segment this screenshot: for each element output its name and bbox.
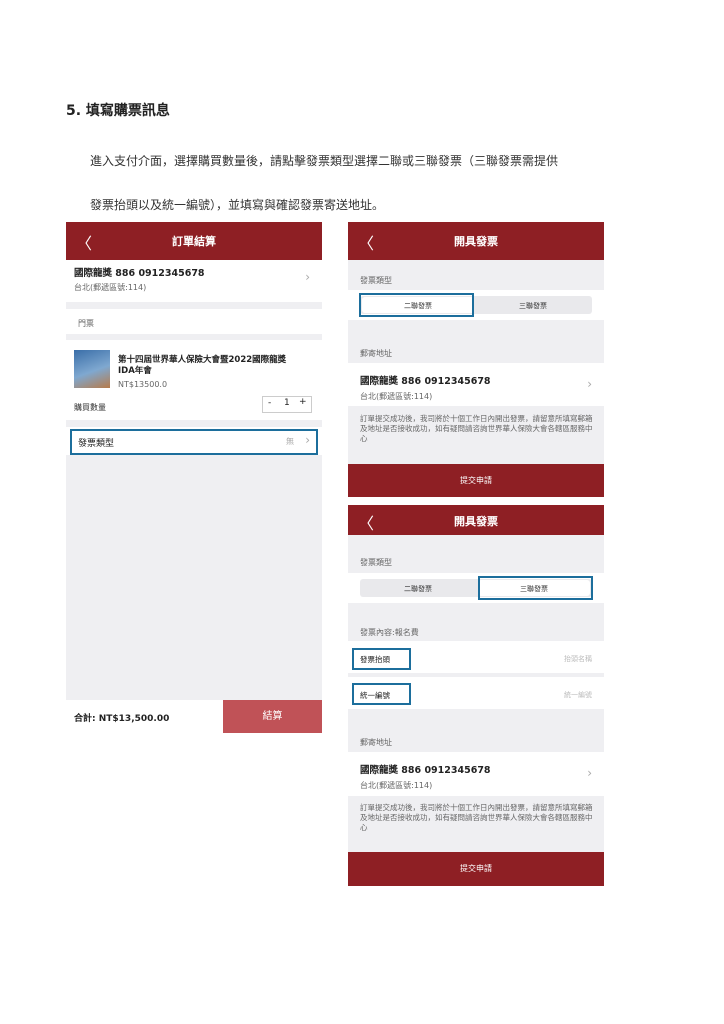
invoice1-recipient-name: 國際龍獎 886 0912345678 bbox=[360, 376, 491, 387]
checkout-footer: 合計: NT$13,500.00 結算 bbox=[66, 700, 322, 733]
invoice2-recipient-address: 台北(郵遞區號:114) bbox=[360, 781, 433, 790]
invoice1-title: 開具發票 bbox=[454, 235, 498, 248]
invoice1-submit-button[interactable]: 提交申請 bbox=[348, 464, 604, 497]
invoice-type-highlight bbox=[70, 429, 318, 455]
invoice2-type-label: 發票類型 bbox=[360, 558, 392, 567]
invoice1-address-row[interactable]: 國際龍獎 886 0912345678 台北(郵遞區號:114) › bbox=[348, 363, 604, 406]
invoice1-option-three-part[interactable]: 三聯發票 bbox=[476, 301, 590, 311]
invoice2-tax-id-highlight bbox=[352, 683, 411, 705]
invoice2-title-field-placeholder[interactable]: 抬頭名稱 bbox=[564, 654, 592, 664]
address-row[interactable]: 國際龍獎 886 0912345678 台北(郵遞區號:114) › bbox=[66, 260, 322, 302]
checkout-screen: 〈 訂單結算 國際龍獎 886 0912345678 台北(郵遞區號:114) … bbox=[66, 222, 322, 733]
quantity-plus-button[interactable]: + bbox=[299, 397, 307, 407]
invoice2-note: 訂單提交成功後，我司將於十個工作日內開出發票，請留意所填寫郵箱及地址是否接收成功… bbox=[360, 803, 593, 832]
chevron-right-icon: › bbox=[305, 270, 310, 284]
instruction-line-2: 發票抬頭以及統一編號），並填寫與確認發票寄送地址。 bbox=[90, 198, 385, 212]
chevron-right-icon: › bbox=[587, 377, 592, 391]
total-amount: 合計: NT$13,500.00 bbox=[74, 714, 170, 724]
quantity-minus-button[interactable]: - bbox=[268, 398, 271, 408]
recipient-address: 台北(郵遞區號:114) bbox=[74, 283, 147, 292]
invoice1-type-label: 發票類型 bbox=[360, 276, 392, 285]
invoice-screen-two-part: 〈 開具發票 發票類型 二聯發票 三聯發票 郵寄地址 國際龍獎 886 0912… bbox=[348, 222, 604, 497]
invoice2-mail-label: 郵寄地址 bbox=[360, 738, 392, 747]
invoice2-submit-button[interactable]: 提交申請 bbox=[348, 852, 604, 886]
product-title-line2: IDA年會 bbox=[118, 366, 152, 376]
invoice-screen-three-part: 〈 開具發票 發票類型 二聯發票 三聯發票 發票內容:報名費 發票抬頭 抬頭名稱… bbox=[348, 505, 604, 886]
checkout-header: 〈 訂單結算 bbox=[66, 222, 322, 260]
invoice1-note: 訂單提交成功後，我司將於十個工作日內開出發票，請留意所填寫郵箱及地址是否接收成功… bbox=[360, 414, 593, 443]
product-price: NT$13500.0 bbox=[118, 380, 168, 389]
invoice2-content-label: 發票內容:報名費 bbox=[360, 628, 419, 637]
invoice1-option-highlight bbox=[359, 293, 474, 317]
quantity-label: 購買數量 bbox=[74, 403, 106, 412]
product-card: 第十四屆世界華人保險大會暨2022國際龍獎 IDA年會 NT$13500.0 購… bbox=[66, 340, 322, 420]
chevron-right-icon: › bbox=[587, 766, 592, 780]
section-heading: 5. 填寫購票訊息 bbox=[66, 103, 170, 119]
invoice2-title: 開具發票 bbox=[454, 515, 498, 528]
invoice2-header: 〈 開具發票 bbox=[348, 505, 604, 535]
product-thumbnail bbox=[74, 350, 110, 388]
invoice2-tax-id-placeholder[interactable]: 統一編號 bbox=[564, 690, 592, 700]
invoice1-mail-label: 郵寄地址 bbox=[360, 349, 392, 358]
checkout-title: 訂單結算 bbox=[172, 235, 216, 248]
invoice2-title-field-highlight bbox=[352, 648, 411, 670]
ticket-section-label: 門票 bbox=[78, 319, 94, 328]
invoice2-option-two-part[interactable]: 二聯發票 bbox=[362, 584, 474, 594]
invoice2-option-highlight bbox=[478, 576, 593, 600]
invoice1-recipient-address: 台北(郵遞區號:114) bbox=[360, 392, 433, 401]
invoice1-header: 〈 開具發票 bbox=[348, 222, 604, 260]
invoice2-recipient-name: 國際龍獎 886 0912345678 bbox=[360, 765, 491, 776]
ticket-section: 門票 bbox=[66, 309, 322, 334]
recipient-name: 國際龍獎 886 0912345678 bbox=[74, 268, 205, 279]
instruction-line-1: 進入支付介面，選擇購買數量後，請點擊發票類型選擇二聯或三聯發票（三聯發票需提供 bbox=[90, 154, 559, 168]
checkout-button[interactable]: 結算 bbox=[223, 700, 322, 733]
quantity-value: 1 bbox=[284, 398, 290, 408]
quantity-stepper[interactable]: - 1 + bbox=[262, 396, 312, 413]
invoice2-address-row[interactable]: 國際龍獎 886 0912345678 台北(郵遞區號:114) › bbox=[348, 752, 604, 796]
